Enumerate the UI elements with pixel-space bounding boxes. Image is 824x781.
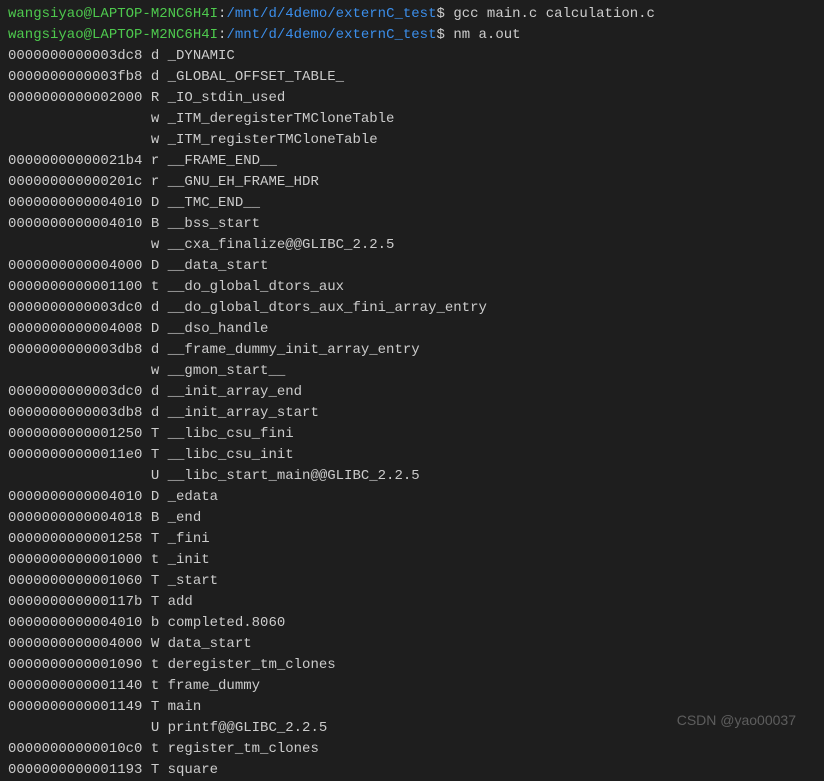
output-line: 0000000000001250 T __libc_csu_fini xyxy=(8,424,816,445)
output-line: 0000000000001193 T square xyxy=(8,760,816,781)
output-line: 0000000000001100 t __do_global_dtors_aux xyxy=(8,277,816,298)
output-line: 0000000000001090 t deregister_tm_clones xyxy=(8,655,816,676)
output-line: 0000000000004000 D __data_start xyxy=(8,256,816,277)
output-line: 0000000000001000 t _init xyxy=(8,550,816,571)
prompt-symbol: $ xyxy=(437,6,454,22)
command-text: gcc main.c calculation.c xyxy=(453,6,655,22)
output-line: 0000000000003dc0 d __do_global_dtors_aux… xyxy=(8,298,816,319)
user-host: wangsiyao@LAPTOP-M2NC6H4I xyxy=(8,6,218,22)
output-line: 00000000000010c0 t register_tm_clones xyxy=(8,739,816,760)
output-line: w __gmon_start__ xyxy=(8,361,816,382)
output-line: 0000000000002000 R _IO_stdin_used xyxy=(8,88,816,109)
output-line: 0000000000001060 T _start xyxy=(8,571,816,592)
output-line: 0000000000004010 D __TMC_END__ xyxy=(8,193,816,214)
command-text: nm a.out xyxy=(453,27,520,43)
output-line: 0000000000004010 B __bss_start xyxy=(8,214,816,235)
output-line: 0000000000003db8 d __init_array_start xyxy=(8,403,816,424)
output-line: 0000000000003dc8 d _DYNAMIC xyxy=(8,46,816,67)
output-line: 000000000000117b T add xyxy=(8,592,816,613)
output-line: w _ITM_deregisterTMCloneTable xyxy=(8,109,816,130)
output-line: 0000000000004010 D _edata xyxy=(8,487,816,508)
output-line: 0000000000004000 W data_start xyxy=(8,634,816,655)
output-line: 000000000000201c r __GNU_EH_FRAME_HDR xyxy=(8,172,816,193)
watermark: CSDN @yao00037 xyxy=(677,710,796,731)
cwd-path: /mnt/d/4demo/externC_test xyxy=(226,6,436,22)
prompt-line[interactable]: wangsiyao@LAPTOP-M2NC6H4I:/mnt/d/4demo/e… xyxy=(8,4,816,25)
output-line: 00000000000011e0 T __libc_csu_init xyxy=(8,445,816,466)
terminal-output[interactable]: wangsiyao@LAPTOP-M2NC6H4I:/mnt/d/4demo/e… xyxy=(8,4,816,781)
cwd-path: /mnt/d/4demo/externC_test xyxy=(226,27,436,43)
output-line: 00000000000021b4 r __FRAME_END__ xyxy=(8,151,816,172)
prompt-symbol: $ xyxy=(437,27,454,43)
output-line: 0000000000004008 D __dso_handle xyxy=(8,319,816,340)
output-line: 0000000000003fb8 d _GLOBAL_OFFSET_TABLE_ xyxy=(8,67,816,88)
user-host: wangsiyao@LAPTOP-M2NC6H4I xyxy=(8,27,218,43)
output-line: 0000000000004018 B _end xyxy=(8,508,816,529)
output-line: 0000000000003dc0 d __init_array_end xyxy=(8,382,816,403)
output-line: 0000000000003db8 d __frame_dummy_init_ar… xyxy=(8,340,816,361)
output-line: 0000000000004010 b completed.8060 xyxy=(8,613,816,634)
prompt-line[interactable]: wangsiyao@LAPTOP-M2NC6H4I:/mnt/d/4demo/e… xyxy=(8,25,816,46)
output-line: w _ITM_registerTMCloneTable xyxy=(8,130,816,151)
output-line: w __cxa_finalize@@GLIBC_2.2.5 xyxy=(8,235,816,256)
output-line: 0000000000001258 T _fini xyxy=(8,529,816,550)
output-line: U __libc_start_main@@GLIBC_2.2.5 xyxy=(8,466,816,487)
output-line: 0000000000001140 t frame_dummy xyxy=(8,676,816,697)
